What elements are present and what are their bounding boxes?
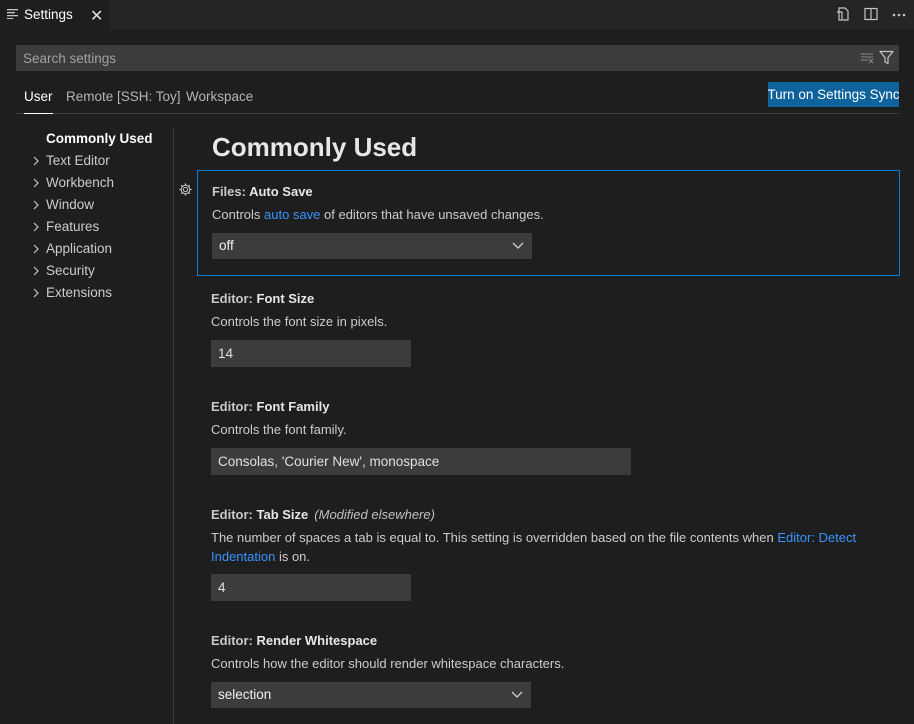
setting-name: Font Family [256,399,330,414]
setting-name: Tab Size [256,507,309,522]
toc-item-security[interactable]: Security [16,260,173,282]
setting-editor-render-whitespace: Editor: Render Whitespace Controls how t… [197,620,900,724]
setting-files-auto-save: Files: Auto Save Controls auto save of e… [197,170,900,276]
setting-editor-tab-size: Editor: Tab Size (Modified elsewhere) The… [197,494,900,614]
toc-item-extensions[interactable]: Extensions [16,282,173,304]
settings-tab[interactable]: Settings ✕ [0,0,110,30]
chevron-down-icon [512,242,524,249]
desc-text: of editors that have unsaved changes. [320,207,544,222]
toc-item-workbench[interactable]: Workbench [16,172,173,194]
setting-title: Editor: Font Family [211,399,329,414]
setting-editor-font-family: Editor: Font Family Controls the font fa… [197,386,900,486]
split-editor-icon[interactable] [862,5,880,23]
chevron-right-icon [33,244,39,254]
setting-description: The number of spaces a tab is equal to. … [211,528,871,566]
desc-text: The number of spaces a tab is equal to. … [211,530,778,545]
toc-item-label: Extensions [46,285,113,300]
editor-actions [834,5,908,23]
tab-title: Settings [24,7,73,22]
close-icon[interactable]: ✕ [90,6,103,26]
setting-description: Controls the font family. [211,422,347,437]
setting-category: Editor: [211,633,257,648]
setting-title: Editor: Render Whitespace [211,633,377,648]
dropdown-value: selection [218,687,272,702]
tab-workspace[interactable]: Workspace [186,89,253,113]
setting-title: Editor: Tab Size (Modified elsewhere) [211,507,435,522]
desc-text: is on. [275,549,311,564]
setting-name: Auto Save [249,184,313,199]
clear-filter-icon[interactable] [860,51,874,65]
font-family-input[interactable] [211,448,631,475]
chevron-right-icon [33,156,39,166]
dropdown-value: off [219,238,234,253]
render-whitespace-dropdown[interactable]: selection [211,682,531,708]
setting-title: Editor: Font Size [211,291,314,306]
setting-editor-font-size: Editor: Font Size Controls the font size… [197,278,900,378]
filter-icon[interactable] [879,50,894,65]
toc-item-application[interactable]: Application [16,238,173,260]
chevron-right-icon [33,266,39,276]
toc-item-label: Security [46,263,95,278]
toc-item-label: Text Editor [46,153,110,168]
desc-text: Controls [212,207,265,222]
setting-name: Font Size [256,291,315,306]
setting-category: Files: [212,184,250,199]
toc-item-label: Application [46,241,113,256]
chevron-right-icon [33,222,39,232]
chevron-right-icon [33,288,39,298]
toc-item-features[interactable]: Features [16,216,173,238]
setting-description: Controls how the editor should render wh… [211,656,565,671]
auto-save-dropdown[interactable]: off [212,233,532,259]
setting-description: Controls the font size in pixels. [211,314,388,329]
tab-user[interactable]: User [24,89,53,114]
settings-toc: Commonly Used Text Editor Workbench Wind… [16,128,174,724]
setting-category: Editor: [211,291,257,306]
setting-category: Editor: [211,399,257,414]
auto-save-link[interactable]: auto save [264,207,320,222]
settings-scope-tabs: User Remote [SSH: Toy] Workspace [16,85,899,114]
setting-title: Files: Auto Save [212,184,313,199]
section-title: Commonly Used [212,132,418,162]
gear-icon[interactable] [178,182,193,197]
toc-item-label: Commonly Used [46,131,153,146]
toc-item-text-editor[interactable]: Text Editor [16,150,173,172]
toc-item-label: Workbench [46,175,115,190]
toc-item-commonly-used[interactable]: Commonly Used [16,128,173,150]
setting-category: Editor: [211,507,257,522]
settings-editor-icon [7,9,18,19]
chevron-down-icon [511,691,523,698]
tab-size-input[interactable] [211,574,411,601]
settings-search-box [16,45,899,71]
turn-on-settings-sync-button[interactable]: Turn on Settings Sync [768,82,899,107]
modified-elsewhere-indicator[interactable]: (Modified elsewhere) [314,507,435,522]
toc-item-label: Features [46,219,100,234]
editor-tab-bar: Settings ✕ [0,0,914,30]
more-actions-icon[interactable] [890,5,908,23]
chevron-right-icon [33,178,39,188]
open-settings-json-icon[interactable] [834,5,852,23]
tab-remote-ssh[interactable]: Remote [SSH: Toy] [66,89,181,113]
chevron-right-icon [33,200,39,210]
toc-item-label: Window [46,197,95,212]
setting-name: Render Whitespace [256,633,378,648]
toc-item-window[interactable]: Window [16,194,173,216]
setting-description: Controls auto save of editors that have … [212,205,872,224]
search-input[interactable] [16,45,846,71]
font-size-input[interactable] [211,340,411,367]
